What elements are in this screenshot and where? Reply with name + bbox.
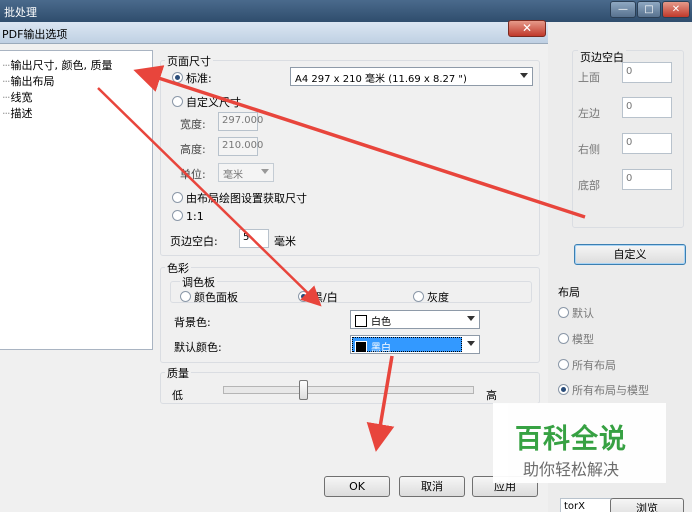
watermark-subtitle: 助你轻松解决	[523, 460, 620, 479]
watermark-box: 百科全说 助你轻松解决	[493, 403, 666, 483]
arrow-to-ok-button	[366, 355, 395, 452]
watermark-title: 百科全说	[515, 424, 627, 455]
